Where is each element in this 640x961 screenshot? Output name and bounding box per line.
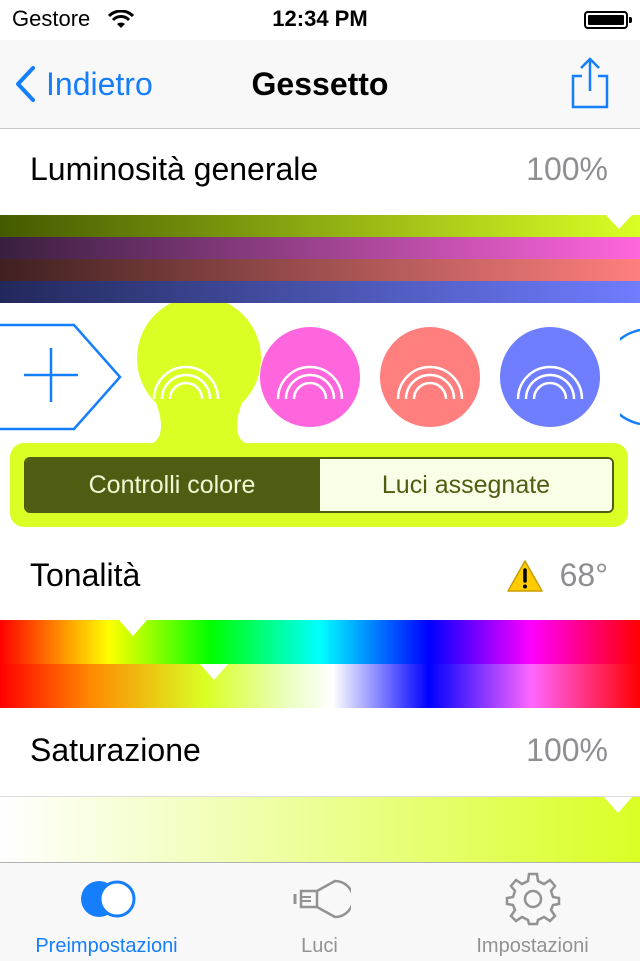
preset-salmon[interactable] [380,327,480,427]
hue-thumb[interactable] [119,620,147,638]
hue-spectrum [0,620,640,664]
brightness-band-green [0,215,640,237]
preset-pink[interactable] [260,327,360,427]
add-preset-button[interactable] [0,323,124,431]
tab-label: Preimpostazioni [35,935,178,957]
brightness-band-blue [0,281,640,303]
presets-icon [80,880,135,918]
brightness-band-salmon [0,259,640,281]
tab-label: Luci [301,935,338,957]
brightness-row: Luminosità generale 100% [0,129,640,215]
hue-value: 68° [559,557,608,593]
brightness-value: 100% [526,151,608,187]
brightness-label: Luminosità generale [30,151,319,187]
saturation-row: Saturazione 100% [0,708,640,796]
bulb-icon [293,879,351,919]
navigation-bar: Indietro Gessetto [0,40,640,129]
hue-target-thumb [200,664,228,680]
preset-blue[interactable] [500,327,600,427]
rainbow-icon [152,365,220,399]
tab-settings[interactable]: Impostazioni [426,863,639,961]
tab-lights[interactable]: Luci [213,863,426,961]
hue-slider[interactable] [0,620,640,708]
segmented-control: Controlli colore Luci assegnate [24,457,614,513]
saturation-value: 100% [526,732,608,768]
gear-icon [505,872,560,926]
brightness-slider[interactable] [0,215,640,303]
status-bar: Gestore 12:34 PM [0,0,640,40]
segment-assigned-lights[interactable]: Luci assegnate [318,459,612,511]
saturation-thumb[interactable] [604,797,632,815]
clock: 12:34 PM [272,6,368,31]
hue-label: Tonalità [30,557,141,593]
rainbow-icon [276,365,344,399]
tab-presets[interactable]: Preimpostazioni [0,863,213,961]
preset-chalk[interactable] [136,327,236,427]
brightness-thumb[interactable] [606,215,632,231]
hue-row: Tonalità 68° [0,539,640,619]
share-icon[interactable] [570,56,610,110]
page-title: Gessetto [251,66,389,102]
tab-bar: Preimpostazioni Luci Impostazioni [0,862,640,961]
hue-target-spectrum [0,664,640,708]
saturation-slider[interactable] [0,796,640,863]
rainbow-icon [516,365,584,399]
rainbow-icon [396,365,464,399]
preset-partial-next[interactable] [620,327,640,427]
saturation-label: Saturazione [30,732,201,768]
battery-icon [584,11,632,29]
warning-icon[interactable] [506,559,544,593]
segmented-container: Controlli colore Luci assegnate [10,443,628,527]
segment-color-controls[interactable]: Controlli colore [26,459,318,511]
brightness-band-pink [0,237,640,259]
tab-label: Impostazioni [476,935,589,957]
